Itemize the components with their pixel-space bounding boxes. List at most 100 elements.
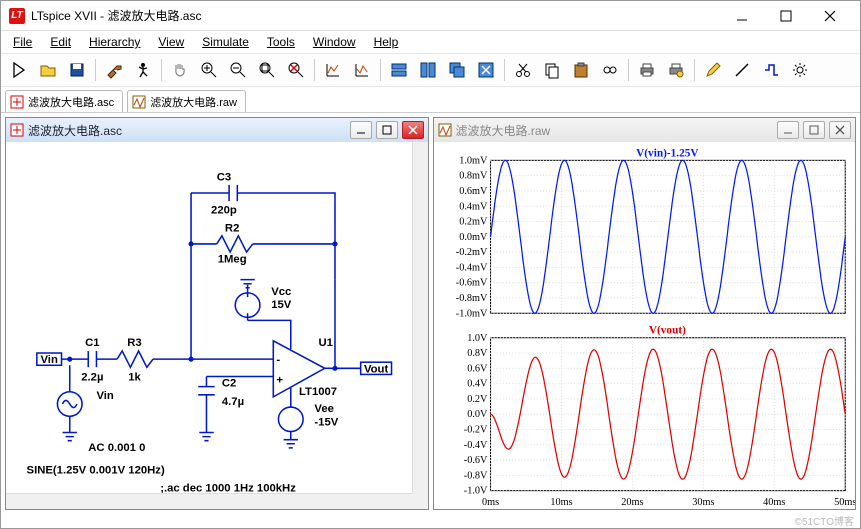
- print-icon[interactable]: [633, 57, 661, 83]
- sine-param-text: SINE(1.25V 0.001V 120Hz): [27, 464, 165, 476]
- schematic-icon: [10, 95, 24, 109]
- mdi-close-button[interactable]: [402, 121, 424, 139]
- run-icon[interactable]: [5, 57, 33, 83]
- svg-text:50ms: 50ms: [834, 497, 855, 508]
- app-icon: LT: [9, 8, 25, 24]
- mdi-maximize-button[interactable]: [376, 121, 398, 139]
- tile-horiz-icon[interactable]: [385, 57, 413, 83]
- waveform-icon: [132, 95, 146, 109]
- toolbar-separator: [504, 59, 505, 81]
- svg-text:-0.8mV: -0.8mV: [455, 293, 487, 304]
- svg-text:0.4mV: 0.4mV: [459, 201, 488, 212]
- c3-name-label: C3: [217, 172, 231, 184]
- svg-text:-0.4mV: -0.4mV: [455, 262, 487, 273]
- vee-name-label: Vee: [314, 403, 333, 415]
- window-titlebar: LT LTspice XVII - 滤波放大电路.asc: [1, 1, 860, 31]
- svg-text:-1.0mV: -1.0mV: [455, 308, 487, 319]
- pencil-icon[interactable]: [699, 57, 727, 83]
- print-setup-icon[interactable]: [662, 57, 690, 83]
- waveform-canvas[interactable]: V(vin)-1.25V 1.0mV0.8mV0.6mV0.4mV0.2mV0.…: [434, 142, 856, 509]
- find-icon[interactable]: [596, 57, 624, 83]
- menu-edit[interactable]: Edit: [42, 33, 79, 51]
- cut-icon[interactable]: [509, 57, 537, 83]
- c1-name-label: C1: [85, 337, 99, 349]
- schematic-canvas[interactable]: C3 220p R2 1Meg Vcc 15V Vin: [6, 142, 428, 509]
- zoom-in-icon[interactable]: [195, 57, 223, 83]
- mdi-minimize-button[interactable]: [350, 121, 372, 139]
- vee-value-label: -15V: [314, 416, 338, 428]
- schematic-icon: [10, 123, 24, 137]
- mdi-titlebar[interactable]: 滤波放大电路.asc: [6, 118, 428, 142]
- minimize-button[interactable]: [720, 2, 764, 30]
- watermark-text: ©51CTO博客: [795, 513, 854, 528]
- tab-raw[interactable]: 滤波放大电路.raw: [127, 90, 246, 112]
- r2-name-label: R2: [225, 223, 239, 235]
- zoom-fit-icon[interactable]: [253, 57, 281, 83]
- probe-wire-icon[interactable]: [757, 57, 785, 83]
- r2-value-label: 1Meg: [218, 253, 247, 265]
- probe-line-icon[interactable]: [728, 57, 756, 83]
- r3-value-label: 1k: [128, 372, 141, 384]
- svg-text:20ms: 20ms: [621, 497, 643, 508]
- u1-part-label: LT1007: [299, 386, 337, 398]
- svg-text:0.8V: 0.8V: [467, 348, 488, 359]
- svg-text:-: -: [276, 354, 280, 366]
- close-window-icon[interactable]: [472, 57, 500, 83]
- svg-text:-0.2V: -0.2V: [463, 425, 487, 436]
- svg-text:0.6V: 0.6V: [467, 363, 488, 374]
- autorange-x-icon[interactable]: [348, 57, 376, 83]
- mdi-titlebar[interactable]: 滤波放大电路.raw: [434, 118, 856, 142]
- menu-view[interactable]: View: [150, 33, 192, 51]
- close-button[interactable]: [808, 2, 852, 30]
- vin-net-label: Vin: [40, 354, 57, 366]
- vcc-value-label: 15V: [271, 299, 292, 311]
- mdi-maximize-button[interactable]: [803, 121, 825, 139]
- scroll-corner: [412, 493, 428, 509]
- pan-hand-icon[interactable]: [166, 57, 194, 83]
- document-tab-bar: 滤波放大电路.asc 滤波放大电路.raw: [1, 87, 860, 113]
- vin-src-name-label: Vin: [96, 390, 113, 402]
- menu-file[interactable]: File: [5, 33, 40, 51]
- horizontal-scrollbar[interactable]: [6, 493, 412, 509]
- toolbar-separator: [314, 59, 315, 81]
- zoom-area-icon[interactable]: [282, 57, 310, 83]
- copy-icon[interactable]: [538, 57, 566, 83]
- open-icon[interactable]: [34, 57, 62, 83]
- svg-text:-0.8V: -0.8V: [463, 470, 487, 481]
- paste-icon[interactable]: [567, 57, 595, 83]
- tile-vert-icon[interactable]: [414, 57, 442, 83]
- svg-text:40ms: 40ms: [763, 497, 785, 508]
- toolbar: [1, 53, 860, 87]
- svg-text:0.6mV: 0.6mV: [459, 186, 488, 197]
- svg-text:0.0mV: 0.0mV: [459, 232, 488, 243]
- vertical-scrollbar[interactable]: [412, 142, 428, 493]
- r3-name-label: R3: [127, 337, 141, 349]
- menu-simulate[interactable]: Simulate: [194, 33, 257, 51]
- menu-hierarchy[interactable]: Hierarchy: [81, 33, 148, 51]
- settings-gear-icon[interactable]: [786, 57, 814, 83]
- svg-text:0.0V: 0.0V: [467, 409, 488, 420]
- waveform-icon: [438, 123, 452, 137]
- hammer-icon[interactable]: [100, 57, 128, 83]
- cascade-icon[interactable]: [443, 57, 471, 83]
- mdi-title-text: 滤波放大电路.asc: [28, 122, 122, 139]
- ac-param-text: AC 0.001 0: [88, 442, 145, 454]
- svg-text:+: +: [276, 375, 283, 387]
- mdi-minimize-button[interactable]: [777, 121, 799, 139]
- run-man-icon[interactable]: [129, 57, 157, 83]
- svg-text:1.0V: 1.0V: [467, 333, 488, 344]
- menu-tools[interactable]: Tools: [259, 33, 303, 51]
- svg-text:-0.6V: -0.6V: [463, 455, 487, 466]
- vcc-name-label: Vcc: [271, 286, 291, 298]
- mdi-close-button[interactable]: [829, 121, 851, 139]
- menu-window[interactable]: Window: [305, 33, 364, 51]
- zoom-out-icon[interactable]: [224, 57, 252, 83]
- c3-value-label: 220p: [211, 204, 237, 216]
- toolbar-separator: [628, 59, 629, 81]
- menu-help[interactable]: Help: [366, 33, 407, 51]
- tab-schematic[interactable]: 滤波放大电路.asc: [5, 90, 123, 112]
- svg-text:0.2mV: 0.2mV: [459, 217, 488, 228]
- maximize-button[interactable]: [764, 2, 808, 30]
- save-icon[interactable]: [63, 57, 91, 83]
- autorange-y-icon[interactable]: [319, 57, 347, 83]
